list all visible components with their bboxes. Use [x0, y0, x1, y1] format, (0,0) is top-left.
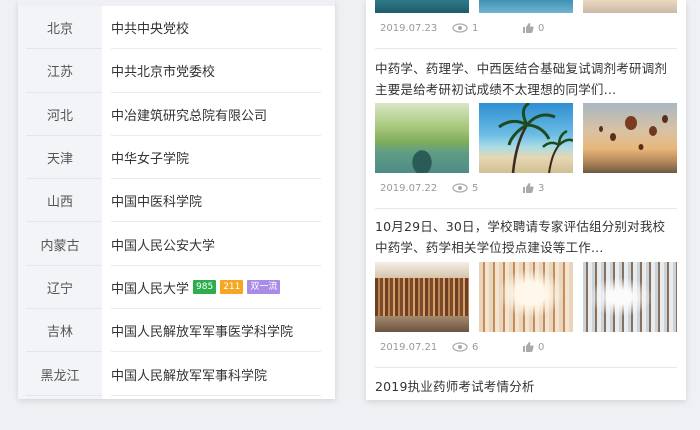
school-name[interactable]: 中国人民解放军军事科学院	[102, 352, 335, 396]
province-label[interactable]: 吉林	[18, 309, 102, 353]
view-count: 6	[452, 342, 522, 353]
view-count-value: 6	[472, 341, 479, 353]
view-count: 5	[452, 183, 522, 194]
school-row[interactable]: 山西 中国中医科学院	[18, 179, 335, 223]
article-feed-panel: 2019.07.23 1 0 中药学、药理学、中西医结合基础复试调剂考研调剂主要…	[366, 0, 686, 400]
school-name[interactable]: 中华女子学院	[102, 136, 335, 180]
province-label[interactable]: 北京	[18, 6, 102, 50]
palm-tree-graphic	[498, 103, 573, 173]
article-thumbs-top	[366, 0, 686, 13]
school-row[interactable]: 辽宁 中国人民大学 985 211 双一流	[18, 266, 335, 310]
school-name[interactable]: 中国中医科学院	[102, 179, 335, 223]
article-thumbs	[366, 262, 686, 332]
school-row[interactable]: 河北 中冶建筑研究总院有限公司	[18, 93, 335, 137]
article-meta: 2019.07.23 1 0	[366, 20, 686, 36]
school-row[interactable]: 内蒙古 中国人民公安大学	[18, 222, 335, 267]
divider	[375, 208, 677, 209]
article-thumbs	[366, 103, 686, 173]
thumb-image[interactable]	[479, 0, 573, 13]
school-name[interactable]: 中共中央党校	[102, 6, 335, 50]
school-list-panel: 北京 中共中央党校 江苏 中共北京市党委校 河北 中冶建筑研究总院有限公司 天津…	[18, 0, 335, 399]
like-count-value: 3	[538, 182, 545, 194]
divider	[375, 48, 677, 49]
school-name-with-tags[interactable]: 中国人民大学 985 211 双一流	[102, 266, 335, 310]
divider	[375, 367, 677, 368]
thumb-image[interactable]	[583, 0, 677, 13]
thumbs-up-icon	[523, 342, 534, 352]
thumb-image[interactable]	[375, 103, 469, 173]
school-row[interactable]: 江苏 中共北京市党委校	[18, 49, 335, 93]
balloon-graphic	[599, 115, 668, 150]
thumb-image[interactable]	[583, 262, 677, 332]
school-name[interactable]: 中共北京市党委校	[102, 49, 335, 93]
like-count[interactable]: 3	[522, 182, 544, 194]
province-label[interactable]: 内蒙古	[18, 222, 102, 267]
school-list: 北京 中共中央党校 江苏 中共北京市党委校 河北 中冶建筑研究总院有限公司 天津…	[18, 6, 335, 396]
article-title[interactable]: 2019执业药师考试考情分析	[366, 376, 686, 397]
eye-icon	[452, 183, 468, 193]
article-date: 2019.07.23	[380, 22, 438, 34]
eye-icon	[452, 23, 468, 33]
article-meta: 2019.07.22 5 3	[366, 180, 686, 196]
tag-211-badge: 211	[220, 280, 244, 295]
like-count-value: 0	[538, 341, 545, 353]
thumbs-up-icon	[523, 183, 534, 193]
tag-double-first-class-badge: 双一流	[247, 280, 281, 295]
thumb-image[interactable]	[479, 262, 573, 332]
province-label[interactable]: 江苏	[18, 49, 102, 93]
like-count-value: 0	[538, 22, 545, 34]
thumbs-up-icon	[523, 23, 534, 33]
thumb-image[interactable]	[375, 262, 469, 332]
tag-985-badge: 985	[193, 280, 217, 295]
school-row[interactable]: 天津 中华女子学院	[18, 136, 335, 180]
like-count[interactable]: 0	[522, 341, 544, 353]
school-row[interactable]: 吉林 中国人民解放军军事医学科学院	[18, 309, 335, 353]
article-title[interactable]: 中药学、药理学、中西医结合基础复试调剂考研调剂主要是给考研初试成绩不太理想的同学…	[366, 58, 686, 100]
article-date: 2019.07.21	[380, 341, 438, 353]
article-meta: 2019.07.21 6 0	[366, 339, 686, 355]
school-name: 中国人民大学	[111, 281, 190, 297]
article-title[interactable]: 10月29日、30日，学校聘请专家评估组分别对我校中药学、药学相关学位授点建设等…	[366, 216, 686, 258]
view-count-value: 5	[472, 182, 479, 194]
province-label[interactable]: 山西	[18, 179, 102, 223]
article-date: 2019.07.22	[380, 182, 438, 194]
school-name[interactable]: 中国人民公安大学	[102, 222, 335, 267]
view-count: 1	[452, 23, 522, 34]
school-row[interactable]: 北京 中共中央党校	[18, 6, 335, 50]
province-label[interactable]: 河北	[18, 93, 102, 137]
thumb-image[interactable]	[479, 103, 573, 173]
school-row[interactable]: 黑龙江 中国人民解放军军事科学院	[18, 352, 335, 396]
thumb-image[interactable]	[583, 103, 677, 173]
view-count-value: 1	[472, 22, 479, 34]
eye-icon	[452, 342, 468, 352]
like-count[interactable]: 0	[522, 22, 544, 34]
school-name[interactable]: 中国人民解放军军事医学科学院	[102, 309, 335, 353]
province-label[interactable]: 黑龙江	[18, 352, 102, 396]
province-label[interactable]: 天津	[18, 136, 102, 180]
school-name[interactable]: 中冶建筑研究总院有限公司	[102, 93, 335, 137]
thumb-image[interactable]	[375, 0, 469, 13]
province-label[interactable]: 辽宁	[18, 266, 102, 310]
